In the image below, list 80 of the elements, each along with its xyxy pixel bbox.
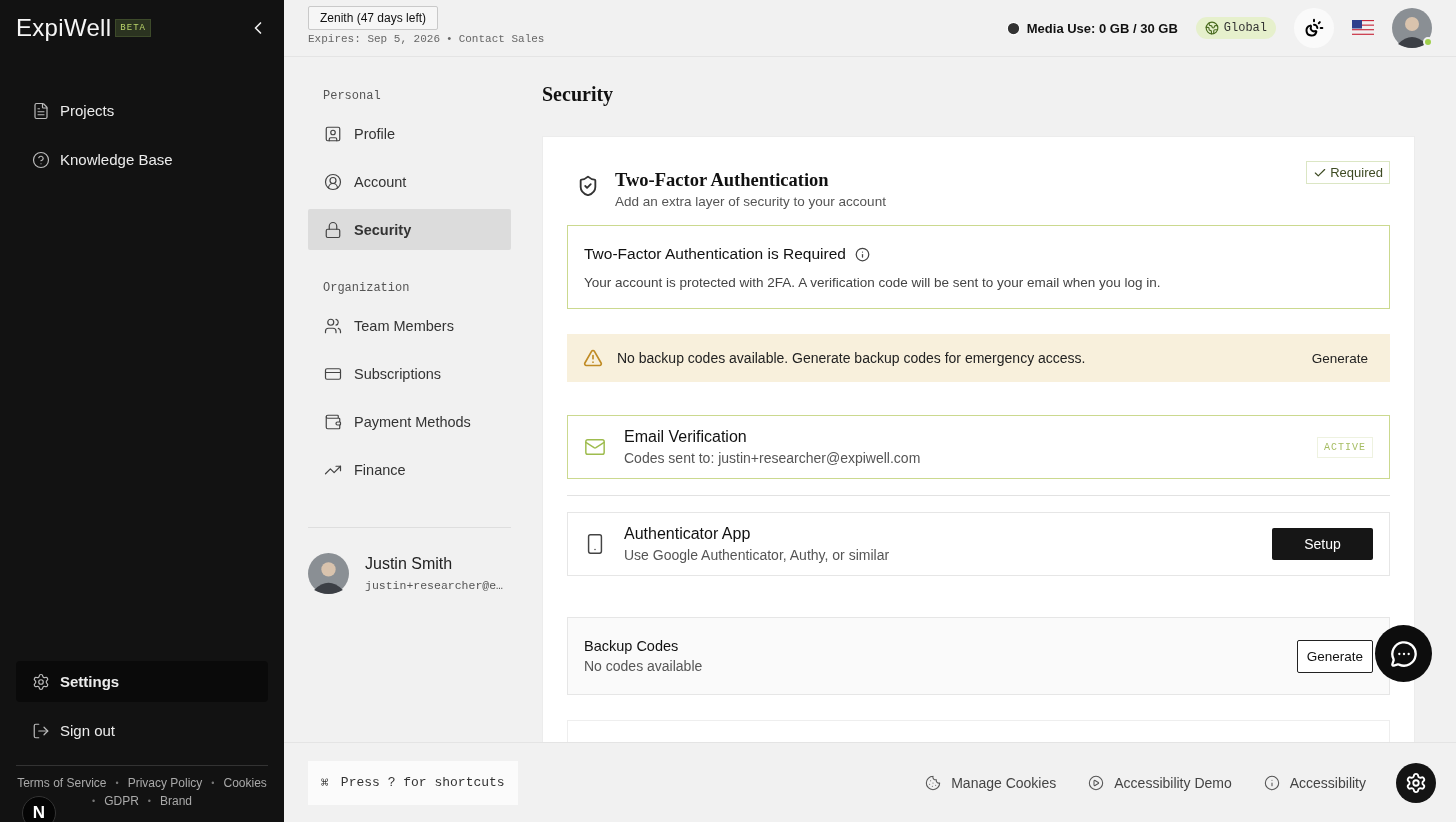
setup-button[interactable]: Setup bbox=[1272, 528, 1373, 560]
document-icon bbox=[32, 101, 50, 120]
sidebar-item[interactable]: Projects bbox=[16, 90, 268, 131]
warning-icon bbox=[583, 348, 603, 368]
footer-link[interactable]: GDPR bbox=[104, 794, 139, 808]
people-icon bbox=[324, 316, 342, 335]
command-key: ⌘ bbox=[321, 774, 329, 791]
status-badge: ACTIVE bbox=[1317, 436, 1373, 458]
avatar[interactable] bbox=[308, 553, 349, 594]
separator-dot: • bbox=[115, 778, 119, 788]
group-title: Organization bbox=[323, 281, 411, 295]
warning-text: No backup codes available. Generate backup codes for emergency access. bbox=[617, 350, 1086, 366]
settings-nav-item[interactable]: Finance bbox=[308, 449, 511, 490]
theme-toggle[interactable] bbox=[1294, 8, 1334, 48]
theme-icon bbox=[1304, 18, 1324, 38]
page-title: Security bbox=[542, 83, 615, 106]
footer-link[interactable]: Brand bbox=[159, 794, 192, 808]
shortcut-hint[interactable]: ⌘ Press ? for shortcuts bbox=[308, 760, 518, 805]
footer-link[interactable]: Manage Cookies bbox=[925, 774, 1057, 791]
cookie-icon bbox=[925, 774, 942, 791]
wallet-icon bbox=[324, 412, 342, 431]
section-title: Two-Factor Authentication bbox=[615, 170, 830, 191]
user-name: Justin Smith bbox=[365, 555, 454, 573]
corner-badge[interactable]: N bbox=[22, 796, 56, 822]
settings-button[interactable] bbox=[1396, 762, 1436, 803]
footer-link[interactable]: Accessibility Demo bbox=[1088, 774, 1232, 791]
footer-link[interactable]: Privacy Policy bbox=[127, 776, 203, 790]
separator-dot: • bbox=[92, 796, 96, 806]
backup-subtitle: No codes available bbox=[584, 658, 703, 674]
section-subtitle: Add an extra layer of security to your account bbox=[615, 194, 886, 209]
method-subtitle: Codes sent to: justin+researcher@expiwell.com bbox=[624, 450, 921, 466]
notice-title: Two-Factor Authentication is Required bbox=[584, 245, 846, 263]
method-subtitle: Use Google Authenticator, Authy, or similar bbox=[624, 547, 890, 563]
separator-dot: • bbox=[446, 32, 453, 45]
help-icon bbox=[32, 150, 50, 169]
user-email: justin+researcher@e… bbox=[365, 579, 504, 592]
shortcut-text: Press ? for shortcuts bbox=[340, 775, 505, 790]
settings-icon bbox=[1405, 771, 1427, 794]
avatar[interactable] bbox=[1392, 8, 1432, 48]
beta-badge: BETA bbox=[115, 19, 151, 37]
footer-link[interactable]: Accessibility bbox=[1263, 774, 1366, 791]
backup-title: Backup Codes bbox=[584, 638, 680, 654]
settings-nav-item[interactable]: Account bbox=[308, 161, 511, 202]
settings-nav-item[interactable]: Team Members bbox=[308, 305, 511, 346]
mail-icon bbox=[584, 436, 606, 458]
region-badge[interactable]: Global bbox=[1195, 17, 1276, 39]
method-title: Authenticator App bbox=[624, 525, 752, 543]
sidebar-item[interactable]: Settings bbox=[16, 661, 268, 702]
notice-text: Your account is protected with 2FA. A verification code will be sent to your email when you log in. bbox=[584, 275, 1162, 290]
logo[interactable]: ExpiWell bbox=[16, 14, 112, 42]
separator-dot: • bbox=[211, 778, 215, 788]
contact-link[interactable]: Contact Sales bbox=[458, 32, 545, 45]
user-circle-icon bbox=[324, 172, 342, 191]
settings-icon bbox=[32, 672, 50, 691]
sidebar-item[interactable]: Sign out bbox=[16, 710, 268, 751]
settings-nav-item[interactable]: Payment Methods bbox=[308, 401, 511, 442]
plan-button[interactable]: Zenith (47 days left) bbox=[308, 5, 439, 30]
lock-icon bbox=[324, 220, 342, 239]
generate-button[interactable]: Generate bbox=[1296, 639, 1373, 673]
footer-link[interactable]: Terms of Service bbox=[17, 776, 107, 790]
sign-out-icon bbox=[32, 721, 50, 740]
id-card-icon bbox=[324, 124, 342, 143]
required-badge: Required bbox=[1306, 161, 1390, 184]
globe-icon bbox=[1204, 21, 1219, 35]
info-icon[interactable] bbox=[854, 246, 870, 262]
settings-nav-item[interactable]: Subscriptions bbox=[308, 353, 511, 394]
settings-nav-item[interactable]: Security bbox=[308, 209, 511, 250]
settings-nav-item[interactable]: Profile bbox=[308, 113, 511, 154]
method-title: Email Verification bbox=[624, 428, 748, 446]
info-icon bbox=[1263, 774, 1280, 791]
footer-link[interactable]: Cookies bbox=[223, 776, 267, 790]
media-usage: Media Use: 0 GB / 30 GB bbox=[1005, 20, 1178, 36]
sidebar-item[interactable]: Knowledge Base bbox=[16, 139, 268, 180]
generate-button[interactable]: Generate bbox=[1305, 349, 1374, 367]
expiry-text: Expires: Sep 5, 2026 bbox=[308, 32, 441, 45]
shield-icon bbox=[577, 175, 599, 197]
group-title: Personal bbox=[323, 89, 382, 103]
chat-icon bbox=[1389, 639, 1418, 668]
flag-icon[interactable] bbox=[1352, 20, 1374, 36]
separator-dot: • bbox=[147, 796, 151, 806]
